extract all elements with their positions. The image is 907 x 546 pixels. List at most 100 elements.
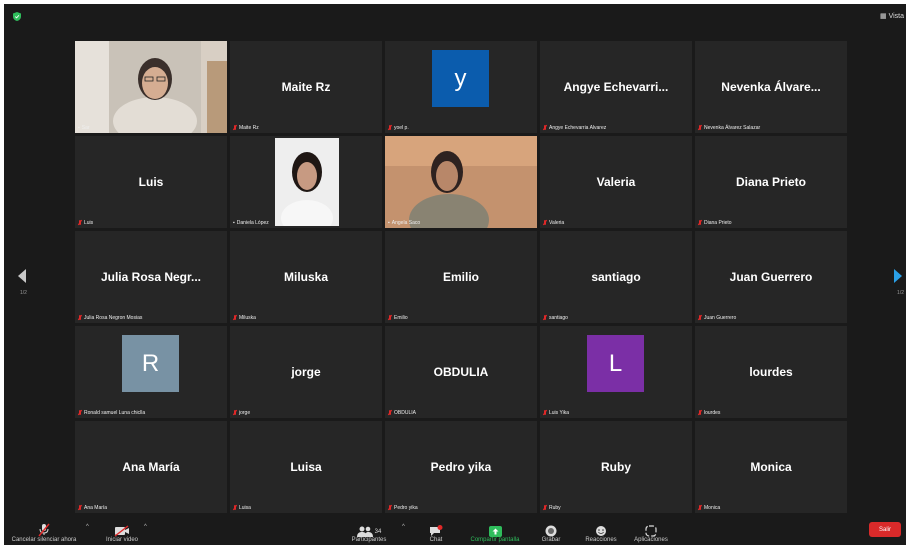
participant-tile[interactable]: R Ronald samuel Luna chiclla <box>75 326 227 418</box>
participant-name-text: Ana María <box>84 505 108 511</box>
chat-button[interactable]: Chat <box>422 515 450 545</box>
participant-name-text: OBDULIA <box>394 410 416 416</box>
participant-tile[interactable]: Ana María Ana María <box>75 421 227 513</box>
participant-tile[interactable]: Angye Echevarri... Angye Echevarria Alvar… <box>540 41 692 133</box>
participant-name-text: Angela Saco <box>391 220 421 226</box>
participant-name-text: Valeria <box>549 220 565 226</box>
muted-mic-icon <box>543 315 547 321</box>
share-screen-button[interactable]: Compartir pantalla <box>462 515 528 545</box>
participant-name-label: Julia Rosa Negron Mosias <box>78 315 142 321</box>
participant-name-label: Ruby <box>543 505 561 511</box>
leave-button[interactable]: Salir <box>869 522 901 537</box>
participant-name-text: Ruby <box>549 505 561 511</box>
participant-tile[interactable]: ▪ Sar <box>75 41 227 133</box>
participant-tile[interactable]: Valeria Valeria <box>540 136 692 228</box>
participant-video-feed <box>75 41 227 133</box>
participant-video-feed <box>385 136 537 228</box>
participant-tile[interactable]: Monica Monica <box>695 421 847 513</box>
participants-icon <box>356 526 373 537</box>
participant-name-label: Emilio <box>388 315 408 321</box>
view-button[interactable]: ▦ Vista <box>879 12 904 21</box>
participant-tile[interactable]: Juan Guerrero Juan Guerrero <box>695 231 847 323</box>
audio-options-caret-icon[interactable]: ^ <box>86 524 89 530</box>
zoom-window: ▦ Vista 1/2 1/2 ▪ Sar Maite Rz Maite Rz y yoe… <box>4 4 906 545</box>
participant-name-text: lourdes <box>704 410 721 416</box>
participant-name-label: yoel p. <box>388 125 409 131</box>
participant-name-label: Miluska <box>233 315 256 321</box>
muted-mic-icon <box>698 125 702 131</box>
participant-display-name: Juan Guerrero <box>729 270 813 284</box>
participant-display-name: Julia Rosa Negr... <box>100 270 202 284</box>
participant-name-text: Angye Echevarria Alvarez <box>549 125 607 131</box>
participant-name-label: ▪ Sar <box>78 125 90 131</box>
reactions-icon <box>596 526 606 536</box>
record-button[interactable]: Grabar <box>538 515 564 545</box>
participant-display-name: Ana María <box>122 460 180 474</box>
apps-icon <box>645 525 657 537</box>
participant-name-text: santiago <box>549 315 568 321</box>
muted-mic-icon <box>78 315 82 321</box>
next-page-arrow-icon[interactable] <box>894 269 902 283</box>
participant-tile[interactable]: Julia Rosa Negr... Julia Rosa Negron Mosi… <box>75 231 227 323</box>
participant-name-label: Luis Yika <box>543 410 569 416</box>
muted-mic-icon <box>233 125 237 131</box>
participant-name-text: Juan Guerrero <box>704 315 737 321</box>
participants-button[interactable]: 34 Participantes <box>344 515 394 545</box>
participant-tile[interactable]: ▪ Daniela López <box>230 136 382 228</box>
security-shield-icon[interactable] <box>13 12 21 21</box>
video-options-caret-icon[interactable]: ^ <box>144 524 147 530</box>
leave-label: Salir <box>878 526 891 533</box>
participant-tile[interactable]: santiago santiago <box>540 231 692 323</box>
participant-tile[interactable]: Pedro yika Pedro yika <box>385 421 537 513</box>
microphone-muted-icon <box>38 523 50 537</box>
participant-avatar: L <box>587 335 644 392</box>
participant-tile[interactable]: y yoel p. <box>385 41 537 133</box>
participant-tile[interactable]: Ruby Ruby <box>540 421 692 513</box>
participant-name-text: Pedro yika <box>394 505 418 511</box>
unmute-button[interactable]: Cancelar silenciar ahora <box>6 515 82 545</box>
participant-display-name: Ruby <box>601 460 631 474</box>
participant-tile[interactable]: Diana Prieto Diana Prieto <box>695 136 847 228</box>
apps-button[interactable]: Aplicaciones <box>628 515 674 545</box>
participant-display-name: Valeria <box>596 175 636 189</box>
participant-tile[interactable]: Luis Luis <box>75 136 227 228</box>
participant-video <box>275 138 339 226</box>
muted-mic-icon <box>233 410 237 416</box>
participant-tile[interactable]: OBDULIA OBDULIA <box>385 326 537 418</box>
participant-tile[interactable]: ▪ Angela Saco <box>385 136 537 228</box>
participants-options-caret-icon[interactable]: ^ <box>402 524 405 530</box>
participant-name-text: jorge <box>239 410 251 416</box>
muted-mic-icon <box>78 505 82 511</box>
participant-display-name: Angye Echevarri... <box>563 80 669 94</box>
participant-name-text: Miluska <box>239 315 256 321</box>
muted-mic-icon <box>698 220 702 226</box>
participant-tile[interactable]: Emilio Emilio <box>385 231 537 323</box>
participant-name-text: Ronald samuel Luna chiclla <box>84 410 146 416</box>
grid-view-icon: ▦ <box>879 13 887 20</box>
participant-video <box>385 136 537 228</box>
participant-tile[interactable]: jorge jorge <box>230 326 382 418</box>
participant-video <box>75 41 227 133</box>
participant-name-label: ▪ Angela Saco <box>388 220 420 226</box>
participant-name-text: Emilio <box>394 315 408 321</box>
participant-tile[interactable]: L Luis Yika <box>540 326 692 418</box>
participant-name-label: Juan Guerrero <box>698 315 736 321</box>
muted-mic-icon <box>543 125 547 131</box>
participant-tile[interactable]: lourdes lourdes <box>695 326 847 418</box>
previous-page-arrow-icon[interactable] <box>18 269 26 283</box>
participant-tile[interactable]: Miluska Miluska <box>230 231 382 323</box>
participant-tile[interactable]: Nevenka Álvare... Nevenka Álvarez Salazar <box>695 41 847 133</box>
participant-tile[interactable]: Maite Rz Maite Rz <box>230 41 382 133</box>
participant-name-label: Maite Rz <box>233 125 259 131</box>
participant-name-label: Ana María <box>78 505 107 511</box>
start-video-button[interactable]: Iniciar video <box>100 515 144 545</box>
muted-mic-icon <box>388 315 392 321</box>
muted-mic-icon <box>543 505 547 511</box>
muted-mic-icon <box>78 410 82 416</box>
reactions-button[interactable]: Reacciones <box>580 515 622 545</box>
muted-mic-icon <box>698 410 702 416</box>
participant-name-text: yoel p. <box>394 125 409 131</box>
participant-display-name: Pedro yika <box>430 460 492 474</box>
participant-display-name: Emilio <box>442 270 479 284</box>
participant-tile[interactable]: Luisa Luisa <box>230 421 382 513</box>
